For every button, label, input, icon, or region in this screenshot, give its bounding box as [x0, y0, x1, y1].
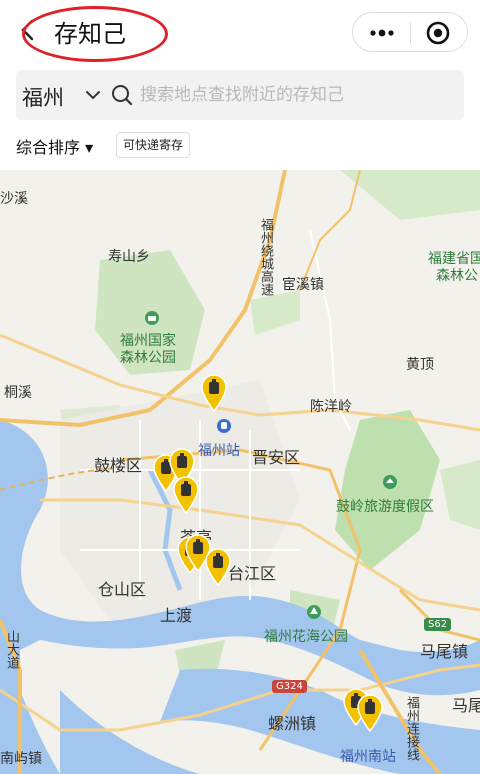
map-label-jinan: 晋安区 — [252, 448, 301, 467]
express-storage-tag[interactable]: 可快递寄存 — [116, 132, 191, 158]
map-label-shaxi: 沙溪 — [0, 191, 28, 207]
map-label-luozhou: 螺洲镇 — [268, 714, 317, 733]
map-label-shoushanxiang: 寿山乡 — [108, 249, 150, 265]
close-mini-program-icon[interactable] — [425, 20, 451, 46]
train-station-icon — [217, 419, 231, 433]
search-input[interactable] — [140, 78, 450, 112]
resort-poi-icon — [383, 475, 397, 489]
luggage-marker-icon[interactable] — [204, 548, 232, 586]
road-shield-s62: S62 — [424, 618, 452, 631]
map-label-tongxi: 桐溪 — [4, 385, 32, 401]
map-label-forest-park-2: 森林公园 — [120, 350, 176, 366]
map-label-fujian-forest-2: 森林公 — [436, 268, 478, 284]
map-label-shangdu: 上渡 — [160, 606, 193, 625]
map-label-maweizhen: 马尾镇 — [420, 642, 469, 661]
map-label-guling: 鼓岭旅游度假区 — [336, 499, 434, 515]
luggage-marker-icon[interactable] — [200, 374, 228, 412]
map-label-huanxi: 宦溪镇 — [282, 277, 324, 293]
map-label-nanyu: 南屿镇 — [0, 751, 42, 767]
map-label-dadao: 山大道 — [4, 630, 19, 669]
map-label-fuzhou-south: 福州南站 — [340, 749, 396, 765]
map-label-ring-expressway: 福州绕城高速 — [258, 218, 273, 296]
map-label-chenyangling: 陈洋岭 — [310, 399, 352, 415]
search-bar: 福州 — [16, 70, 464, 120]
map-label-fuzhou-station: 福州站 — [198, 443, 240, 459]
luggage-marker-icon[interactable] — [172, 476, 200, 514]
map-label-huangding: 黄顶 — [406, 357, 434, 373]
camera-poi-icon — [145, 311, 159, 325]
map-view[interactable]: 沙溪 寿山乡 福州国家 森林公园 宦溪镇 福建省国 森林公 黄顶 桐溪 陈洋岭 … — [0, 170, 480, 774]
filter-bar: 综合排序 ▾ 可快递寄存 — [0, 124, 480, 170]
page-title: 存知己 — [54, 20, 126, 48]
city-selector[interactable]: 福州 — [22, 82, 64, 112]
chevron-down-icon[interactable] — [84, 86, 102, 104]
map-base — [0, 170, 480, 774]
park-poi-icon — [307, 605, 321, 619]
map-label-mawei-edge: 马尾 — [452, 696, 480, 715]
back-arrow-icon[interactable] — [14, 16, 42, 44]
search-icon — [112, 85, 133, 106]
mini-program-capsule — [352, 12, 468, 52]
road-shield-g324: G324 — [272, 680, 307, 693]
map-label-connector: 福州连接线 — [404, 696, 419, 761]
map-label-taijiang: 台江区 — [228, 564, 277, 583]
title-bar: 存知己 — [0, 0, 480, 62]
sort-dropdown[interactable]: 综合排序 ▾ — [16, 134, 93, 158]
more-dots-icon[interactable] — [367, 24, 397, 42]
map-label-gulou: 鼓楼区 — [94, 456, 143, 475]
map-label-huahai-park: 福州花海公园 — [264, 629, 348, 645]
map-label-cangshan: 仓山区 — [98, 580, 147, 599]
luggage-marker-icon[interactable] — [356, 694, 384, 732]
capsule-divider — [410, 22, 411, 44]
